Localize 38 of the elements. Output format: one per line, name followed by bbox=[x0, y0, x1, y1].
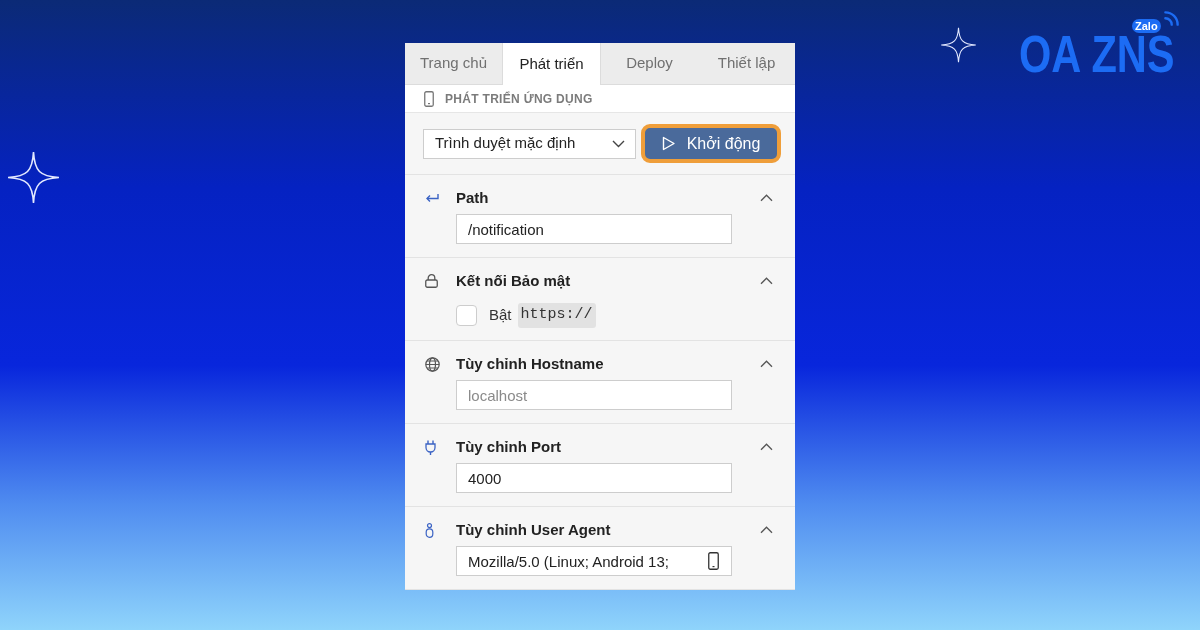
code-snippet: https:// bbox=[517, 303, 596, 328]
input-field[interactable]: localhost bbox=[456, 380, 732, 410]
sparkle-icon bbox=[940, 27, 977, 63]
chevron-up-icon[interactable] bbox=[760, 277, 773, 285]
person-icon bbox=[425, 522, 434, 538]
return-arrow-icon bbox=[425, 193, 439, 203]
tab[interactable]: Phát triển bbox=[502, 43, 601, 85]
tab[interactable]: Trang chủ bbox=[405, 43, 502, 84]
checkbox[interactable] bbox=[456, 304, 477, 326]
chevron-up-icon[interactable] bbox=[760, 443, 773, 451]
section-heading: PHÁT TRIỂN ỨNG DỤNG bbox=[445, 90, 593, 108]
plug-icon bbox=[425, 439, 436, 455]
checkbox-label: Bật bbox=[489, 305, 512, 325]
chevron-up-icon[interactable] bbox=[760, 194, 773, 202]
section-title: Tùy chỉnh Port bbox=[456, 436, 562, 457]
tab[interactable]: Thiết lập bbox=[698, 43, 795, 84]
chevron-down-icon bbox=[612, 139, 625, 148]
logo-badge: Zalo bbox=[1132, 19, 1161, 33]
logo-wordmark: OA ZNS bbox=[1019, 35, 1175, 73]
section-title: Kết nối Bảo mật bbox=[456, 270, 572, 291]
sparkle-icon bbox=[7, 151, 60, 204]
browser-select[interactable]: Trình duyệt mặc định bbox=[423, 128, 636, 159]
tab[interactable]: Deploy bbox=[601, 43, 698, 84]
input-field[interactable]: 4000 bbox=[456, 463, 732, 493]
section-title: Tùy chỉnh Hostname bbox=[456, 353, 605, 374]
signal-icon bbox=[1164, 11, 1179, 26]
start-button[interactable]: Khởi động bbox=[641, 124, 781, 163]
phone-icon bbox=[424, 90, 434, 107]
section-title: Tùy chỉnh User Agent bbox=[456, 519, 612, 540]
section-title: Path bbox=[456, 187, 490, 208]
chevron-up-icon[interactable] bbox=[760, 526, 773, 534]
input-field[interactable]: Mozilla/5.0 (Linux; Android 13; bbox=[456, 546, 732, 576]
globe-icon bbox=[425, 356, 440, 372]
chevron-up-icon[interactable] bbox=[760, 360, 773, 368]
phone-icon[interactable] bbox=[708, 552, 719, 570]
input-field[interactable]: /notification bbox=[456, 214, 732, 244]
lock-icon bbox=[425, 274, 438, 288]
play-icon bbox=[661, 136, 675, 151]
